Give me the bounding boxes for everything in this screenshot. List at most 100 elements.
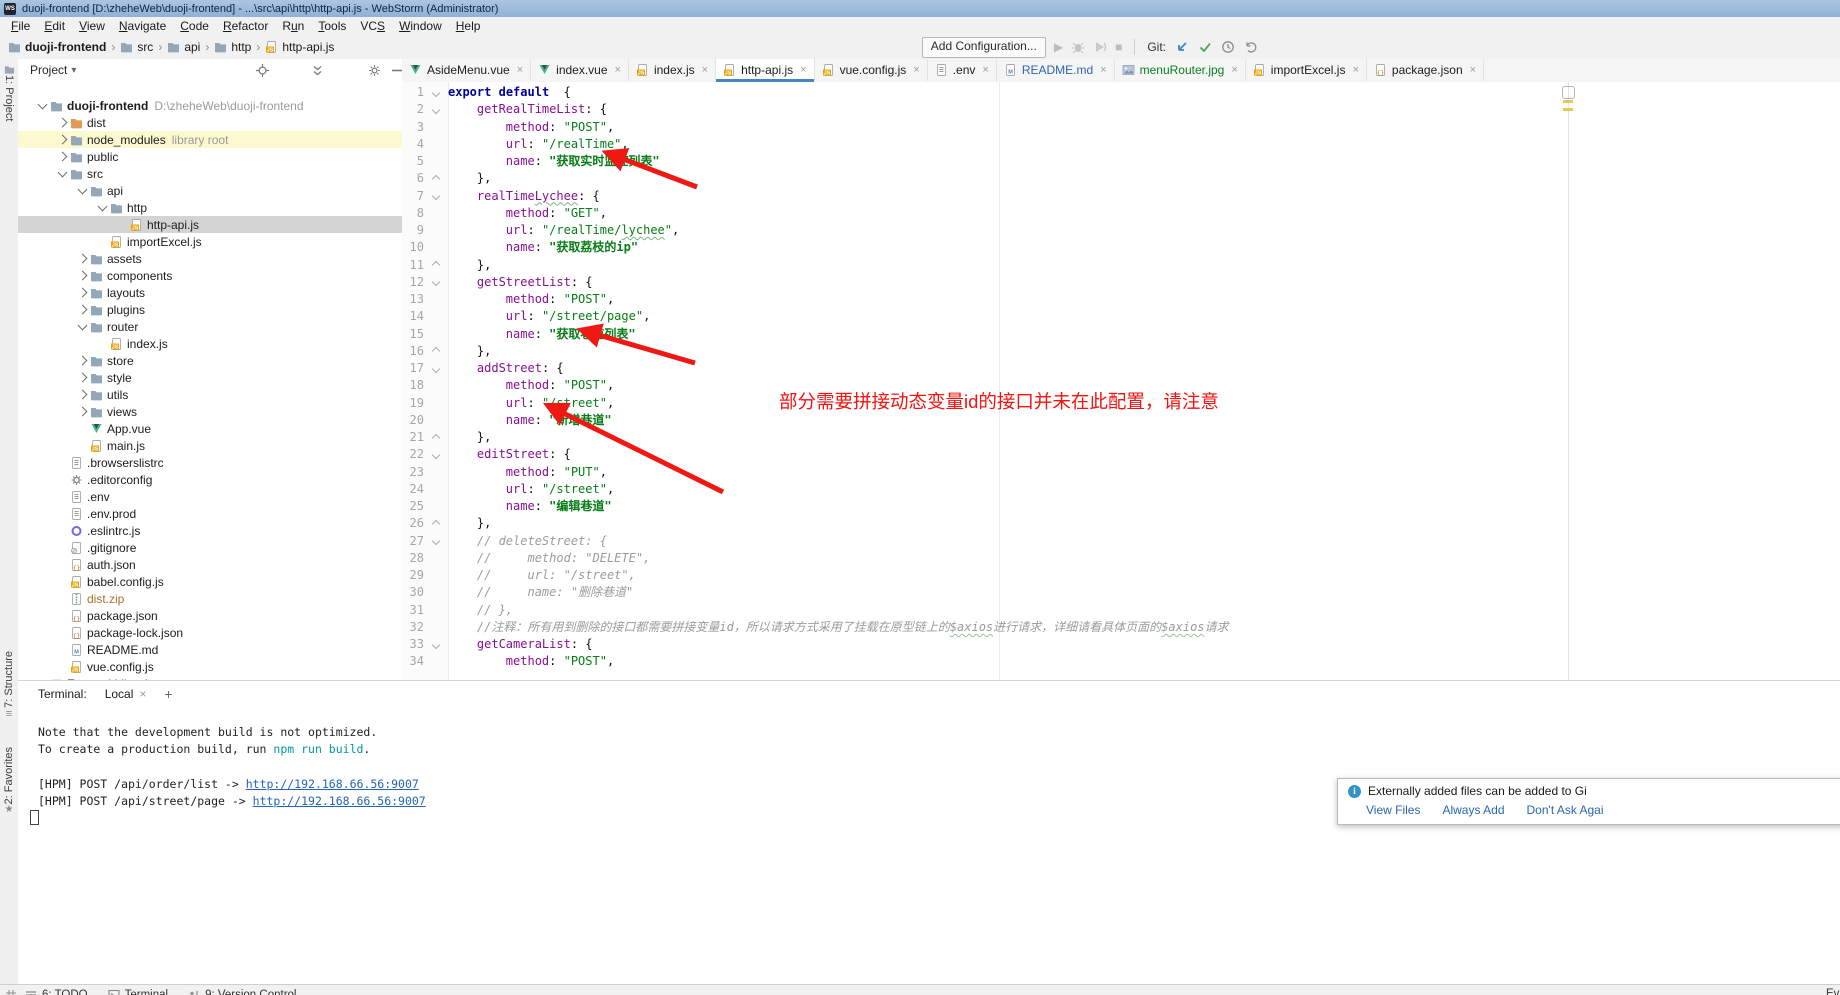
tree-item-layouts[interactable]: layouts xyxy=(18,284,402,301)
fold-marker-icon[interactable] xyxy=(424,170,448,187)
chevron-right-icon[interactable] xyxy=(75,391,89,398)
close-icon[interactable]: × xyxy=(800,64,806,76)
breadcrumb-api[interactable]: api xyxy=(167,40,200,54)
tree-item-browserslistrc[interactable]: .browserslistrc xyxy=(18,454,402,471)
tree-item-main-js[interactable]: JSmain.js xyxy=(18,437,402,454)
code-line-12[interactable]: 12 getStreetList: { xyxy=(402,274,1840,291)
close-icon[interactable]: × xyxy=(517,64,523,76)
menu-vcs[interactable]: VCS xyxy=(353,17,392,35)
fold-marker-icon[interactable] xyxy=(424,515,448,532)
code-line-16[interactable]: 16 }, xyxy=(402,343,1840,360)
fold-marker-icon[interactable] xyxy=(424,360,448,377)
breadcrumb-duoji-frontend[interactable]: duoji-frontend xyxy=(8,40,106,54)
tree-item-gitignore[interactable]: .gitignore xyxy=(18,539,402,556)
revert-icon[interactable] xyxy=(1244,40,1258,54)
debug-icon[interactable] xyxy=(1071,40,1085,54)
code-line-4[interactable]: 4 url: "/realTime", xyxy=(402,136,1840,153)
history-icon[interactable] xyxy=(1221,40,1235,54)
menu-window[interactable]: Window xyxy=(392,17,449,35)
chevron-right-icon[interactable] xyxy=(55,153,69,160)
menu-edit[interactable]: Edit xyxy=(37,17,72,35)
tab-index-js[interactable]: JSindex.js× xyxy=(629,59,716,81)
tree-item-store[interactable]: store xyxy=(18,352,402,369)
close-icon[interactable]: × xyxy=(1352,64,1358,76)
code-line-8[interactable]: 8 method: "GET", xyxy=(402,205,1840,222)
terminal-output[interactable]: Note that the development build is not o… xyxy=(38,724,426,810)
breadcrumb-http[interactable]: http xyxy=(214,40,251,54)
code-line-20[interactable]: 20 name: "新增巷道" xyxy=(402,412,1840,429)
code-line-28[interactable]: 28 // method: "DELETE", xyxy=(402,550,1840,567)
tree-item-api[interactable]: api xyxy=(18,182,402,199)
code-line-10[interactable]: 10 name: "获取荔枝的ip" xyxy=(402,239,1840,256)
close-icon[interactable]: × xyxy=(1470,64,1476,76)
tab-readme-md[interactable]: MREADME.md× xyxy=(997,59,1115,81)
fold-marker-icon[interactable] xyxy=(424,343,448,360)
chevron-down-icon[interactable] xyxy=(75,325,89,329)
menu-view[interactable]: View xyxy=(72,17,112,35)
fold-marker-icon[interactable] xyxy=(424,101,448,118)
code-line-24[interactable]: 24 url: "/street", xyxy=(402,481,1840,498)
tree-item-importexcel-js[interactable]: JSimportExcel.js xyxy=(18,233,402,250)
locate-icon[interactable] xyxy=(256,64,269,77)
terminal-tab-local[interactable]: Local × xyxy=(101,681,151,707)
menu-navigate[interactable]: Navigate xyxy=(112,17,173,35)
tree-item-components[interactable]: components xyxy=(18,267,402,284)
code-line-5[interactable]: 5 name: "获取实时监控列表" xyxy=(402,153,1840,170)
tab-index-vue[interactable]: index.vue× xyxy=(531,59,629,81)
code-line-2[interactable]: 2 getRealTimeList: { xyxy=(402,101,1840,118)
tool-stripe-project[interactable]: 1: Project xyxy=(0,65,18,121)
close-icon[interactable]: × xyxy=(139,687,146,701)
tab-http-api-js[interactable]: JShttp-api.js× xyxy=(716,59,814,81)
close-icon[interactable]: × xyxy=(982,64,988,76)
chevron-right-icon[interactable] xyxy=(75,289,89,296)
tree-item-src[interactable]: src xyxy=(18,165,402,182)
chevron-right-icon[interactable] xyxy=(75,306,89,313)
tab-vue-config-js[interactable]: JSvue.config.js× xyxy=(815,59,928,81)
chevron-right-icon[interactable] xyxy=(55,136,69,143)
terminal-link[interactable]: http://192.168.66.56:9007 xyxy=(253,794,426,808)
add-configuration-button[interactable]: Add Configuration... xyxy=(922,37,1046,58)
tool-stripe-favorites[interactable]: 2: Favorites ★ xyxy=(0,747,18,815)
tree-item-http-api-js[interactable]: JShttp-api.js xyxy=(18,216,402,233)
tree-item-assets[interactable]: assets xyxy=(18,250,402,267)
tree-item-package-lock-json[interactable]: {}package-lock.json xyxy=(18,624,402,641)
tab-importexcel-js[interactable]: JSimportExcel.js× xyxy=(1246,59,1367,81)
tree-item-app-vue[interactable]: App.vue xyxy=(18,420,402,437)
notification-action-don-t-ask-agai[interactable]: Don't Ask Agai xyxy=(1527,803,1604,817)
tree-item-style[interactable]: style xyxy=(18,369,402,386)
code-line-1[interactable]: 1export default { xyxy=(402,84,1840,101)
status-9-version-control[interactable]: 9: Version Control xyxy=(188,989,296,995)
tool-stripe-structure[interactable]: 7: Structure ≡ xyxy=(0,651,18,720)
code-line-21[interactable]: 21 }, xyxy=(402,429,1840,446)
coverage-icon[interactable] xyxy=(1093,40,1107,54)
status-terminal[interactable]: Terminal xyxy=(108,989,168,995)
code-line-3[interactable]: 3 method: "POST", xyxy=(402,119,1840,136)
tab-asidemenu-vue[interactable]: AsideMenu.vue× xyxy=(402,59,531,81)
chevron-right-icon[interactable] xyxy=(75,255,89,262)
chevron-right-icon[interactable] xyxy=(75,374,89,381)
menu-help[interactable]: Help xyxy=(449,17,488,35)
code-area[interactable]: 1export default {2 getRealTimeList: {3 m… xyxy=(402,84,1840,671)
stop-icon[interactable]: ■ xyxy=(1115,40,1122,54)
chevron-down-icon[interactable] xyxy=(95,206,109,210)
code-line-22[interactable]: 22 editStreet: { xyxy=(402,446,1840,463)
fold-marker-icon[interactable] xyxy=(424,257,448,274)
event-log-label[interactable]: Ev xyxy=(1826,988,1840,995)
chevron-down-icon[interactable] xyxy=(55,172,69,176)
grid-icon[interactable] xyxy=(5,989,17,995)
chevron-right-icon[interactable] xyxy=(75,272,89,279)
tree-item-env-prod[interactable]: .env.prod xyxy=(18,505,402,522)
tree-item-vue-config-js[interactable]: JSvue.config.js xyxy=(18,658,402,675)
tree-item-views[interactable]: views xyxy=(18,403,402,420)
tree-item-dist-zip[interactable]: dist.zip xyxy=(18,590,402,607)
menu-refactor[interactable]: Refactor xyxy=(216,17,275,35)
chevron-right-icon[interactable] xyxy=(75,357,89,364)
chevron-down-icon[interactable] xyxy=(35,104,49,108)
collapse-all-icon[interactable] xyxy=(311,64,324,77)
tree-item-duoji-frontend[interactable]: duoji-frontendD:\zheheWeb\duoji-frontend xyxy=(18,97,402,114)
menu-file[interactable]: File xyxy=(4,17,37,35)
tab-menurouter-jpg[interactable]: menuRouter.jpg× xyxy=(1115,59,1246,81)
fold-marker-icon[interactable] xyxy=(424,446,448,463)
code-line-31[interactable]: 31 // }, xyxy=(402,602,1840,619)
code-line-9[interactable]: 9 url: "/realTime/lychee", xyxy=(402,222,1840,239)
